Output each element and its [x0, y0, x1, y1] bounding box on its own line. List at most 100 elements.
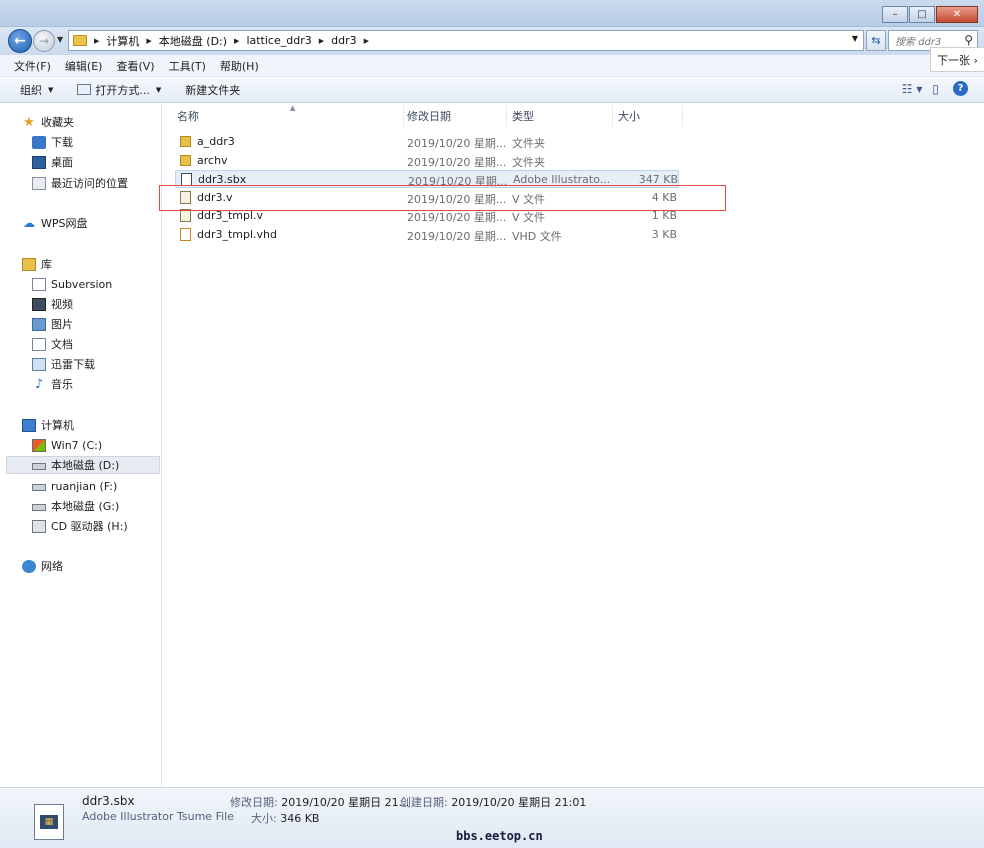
maximize-button[interactable]: □	[909, 6, 935, 23]
file-row[interactable]: ddr3_tmpl.vhd 2019/10/20 星期... VHD 文件 3 …	[175, 226, 679, 244]
details-file-type: Adobe Illustrator Tsume File	[82, 810, 234, 823]
window-controls: – □ ✕	[882, 6, 978, 23]
drive-icon	[32, 504, 46, 511]
sidebar-item-downloads[interactable]: 下载	[32, 133, 73, 151]
sidebar-item-wps[interactable]: ☁ WPS网盘	[22, 214, 88, 232]
sbx-file-large-icon: ▦	[34, 804, 64, 840]
sidebar-item-documents[interactable]: 文档	[32, 335, 73, 353]
sidebar-item-recent[interactable]: 最近访问的位置	[32, 174, 128, 192]
details-file-name: ddr3.sbx	[82, 794, 135, 808]
refresh-button[interactable]: ⇆	[866, 30, 886, 51]
breadcrumb-drive-d[interactable]: 本地磁盘 (D:) ▶	[159, 33, 247, 49]
downloads-icon	[32, 135, 46, 149]
picture-icon	[32, 317, 46, 331]
menu-tools[interactable]: 工具(T)	[169, 58, 206, 74]
column-header-type[interactable]: 类型	[506, 105, 613, 127]
vhd-file-icon	[180, 228, 191, 241]
sidebar-item-music[interactable]: ♪ 音乐	[32, 375, 73, 393]
menu-file[interactable]: 文件(F)	[14, 58, 51, 74]
network-icon	[22, 559, 36, 573]
address-dropdown-icon[interactable]: ▼	[852, 34, 858, 43]
menu-view[interactable]: 查看(V)	[116, 58, 154, 74]
drive-icon	[32, 463, 46, 470]
open-with-button[interactable]: 打开方式... ▼	[77, 82, 161, 98]
document-icon	[32, 337, 46, 351]
navigation-pane: ★ 收藏夹 下载 桌面 最近访问的位置 ☁ WPS网盘 库 Subversion 视…	[0, 103, 162, 787]
file-name: archv	[197, 154, 228, 167]
breadcrumb-ddr3[interactable]: ddr3 ▶	[331, 34, 376, 47]
folder-icon	[180, 136, 191, 147]
sidebar-item-xunlei[interactable]: 迅雷下载	[32, 355, 95, 373]
details-modified: 修改日期: 2019/10/20 星期日 21...	[230, 796, 410, 809]
address-field[interactable]: ▶ 计算机 ▶ 本地磁盘 (D:) ▶ lattice_ddr3 ▶ ddr3 ▶ ▼	[68, 30, 864, 51]
help-icon[interactable]: ?	[953, 81, 968, 96]
column-header-date[interactable]: 修改日期	[401, 105, 507, 127]
close-button[interactable]: ✕	[936, 6, 978, 23]
sidebar-favorites[interactable]: ★ 收藏夹	[22, 113, 74, 131]
preview-pane-icon[interactable]: ▯	[932, 82, 939, 96]
new-folder-button[interactable]: 新建文件夹	[185, 82, 240, 98]
sidebar-item-drive-d[interactable]: 本地磁盘 (D:)	[6, 456, 160, 474]
sidebar-network[interactable]: 网络	[22, 557, 63, 575]
menu-help[interactable]: 帮助(H)	[220, 58, 259, 74]
column-header-name[interactable]: 名称 ▲	[171, 104, 404, 127]
sidebar-item-drive-g[interactable]: 本地磁盘 (G:)	[32, 497, 119, 515]
sidebar-item-drive-f[interactable]: ruanjian (F:)	[32, 477, 117, 495]
computer-icon	[22, 418, 36, 432]
file-type: 文件夹	[512, 137, 545, 150]
view-options-icon[interactable]: ☷ ▾	[902, 82, 923, 96]
details-size: 大小: 346 KB	[251, 812, 320, 825]
sidebar-item-videos[interactable]: 视频	[32, 295, 73, 313]
title-bar: – □ ✕	[0, 0, 984, 27]
details-pane: ▦ ddr3.sbx Adobe Illustrator Tsume File …	[0, 787, 984, 848]
highlight-box	[159, 185, 726, 211]
recent-places-icon	[32, 176, 46, 190]
cd-drive-icon	[32, 519, 46, 533]
breadcrumb-computer[interactable]: 计算机 ▶	[106, 33, 158, 49]
cloud-icon: ☁	[23, 216, 35, 230]
chevron-down-icon: ▼	[48, 85, 54, 94]
file-date: 2019/10/20 星期...	[407, 230, 507, 243]
sidebar-computer[interactable]: 计算机	[22, 416, 74, 434]
folder-icon	[180, 155, 191, 166]
chevron-down-icon: ▼	[155, 85, 162, 94]
menu-edit[interactable]: 编辑(E)	[65, 58, 103, 74]
sidebar-item-drive-h[interactable]: CD 驱动器 (H:)	[32, 517, 128, 535]
document-icon	[32, 277, 46, 291]
open-with-icon	[77, 84, 92, 95]
file-name: a_ddr3	[197, 135, 235, 148]
download-folder-icon	[32, 357, 46, 371]
recent-pages-dropdown[interactable]: ▼	[57, 35, 63, 44]
file-size: 3 KB	[651, 228, 677, 241]
next-image-button[interactable]: 下一张 ›	[930, 47, 984, 72]
windows-drive-icon	[32, 438, 46, 452]
organize-button[interactable]: 组织 ▼	[20, 82, 53, 98]
forward-button[interactable]: →	[33, 30, 55, 52]
file-row[interactable]: archv 2019/10/20 星期... 文件夹	[175, 152, 679, 170]
sidebar-libraries[interactable]: 库	[22, 255, 52, 273]
drive-icon	[32, 484, 46, 491]
file-date: 2019/10/20 星期...	[407, 137, 507, 150]
sidebar-item-subversion[interactable]: Subversion	[32, 275, 112, 293]
address-bar: ← → ▼ ▶ 计算机 ▶ 本地磁盘 (D:) ▶ lattice_ddr3 ▶ dd…	[0, 27, 984, 55]
sidebar-item-desktop[interactable]: 桌面	[32, 153, 73, 171]
file-row[interactable]: a_ddr3 2019/10/20 星期... 文件夹	[175, 133, 679, 151]
command-bar: 组织 ▼ 打开方式... ▼ 新建文件夹 ☷ ▾ ▯ ?	[0, 77, 984, 103]
video-icon	[32, 297, 46, 311]
music-icon: ♪	[34, 376, 44, 392]
sidebar-item-drive-c[interactable]: Win7 (C:)	[32, 436, 102, 454]
details-created: 创建日期: 2019/10/20 星期日 21:01	[400, 796, 587, 809]
file-type: 文件夹	[512, 156, 545, 169]
minimize-button[interactable]: –	[882, 6, 908, 23]
folder-icon	[73, 35, 87, 46]
back-button[interactable]: ←	[8, 29, 32, 53]
file-name: ddr3_tmpl.vhd	[197, 228, 278, 241]
sort-ascending-icon: ▲	[290, 104, 296, 112]
file-date: 2019/10/20 星期...	[407, 211, 507, 224]
sidebar-item-pictures[interactable]: 图片	[32, 315, 73, 333]
breadcrumb-lattice-ddr3[interactable]: lattice_ddr3 ▶	[246, 34, 331, 47]
file-date: 2019/10/20 星期...	[407, 156, 507, 169]
search-icon[interactable]: ⚲	[964, 33, 973, 47]
watermark: bbs.eetop.cn	[456, 829, 543, 843]
column-header-size[interactable]: 大小	[612, 105, 683, 127]
